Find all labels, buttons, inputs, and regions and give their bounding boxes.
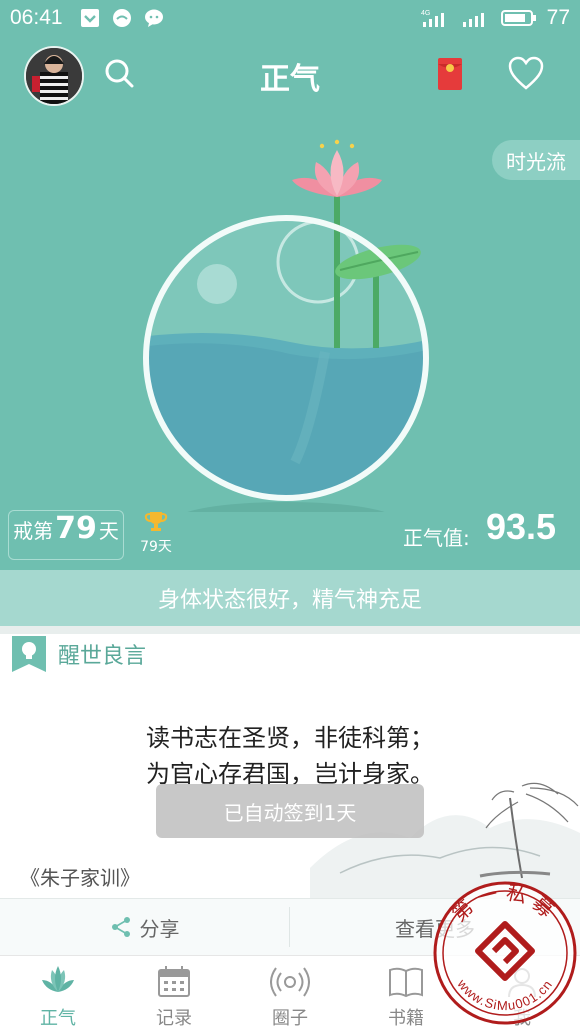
- share-button[interactable]: 分享: [0, 899, 289, 955]
- page-title: 正气: [260, 62, 320, 97]
- trophy-icon: [144, 512, 168, 531]
- status-time: 06:41: [10, 6, 63, 29]
- battery-level: 77: [546, 6, 570, 29]
- tab-label: 记录: [156, 1008, 192, 1029]
- tab-circle[interactable]: 圈子: [250, 962, 330, 1030]
- book-icon: [389, 967, 423, 998]
- tab-label: 正气: [40, 1008, 76, 1029]
- quote-section-header: 醒世良言: [12, 636, 146, 672]
- hero-panel: 时光流 戒第 79 天 79天 正气值: 93.5: [0, 112, 580, 570]
- notification-icon: [81, 9, 99, 27]
- signal-4g-icon: 4G: [421, 10, 444, 27]
- watermark-seal: 第一私募 www.SiMu001.cn: [433, 880, 577, 1025]
- streak-days: 79: [55, 511, 97, 546]
- battery-icon: [500, 10, 536, 26]
- quote-card: 醒世良言 读书志在圣贤，非徒科第； 为官心存君国，岂计身家。 已自动签到1天 《…: [0, 634, 580, 898]
- calendar-icon: [158, 966, 190, 997]
- red-packet-icon[interactable]: [430, 54, 470, 94]
- section-divider: [0, 626, 580, 634]
- score-label: 正气值:: [403, 526, 470, 550]
- timeflow-button[interactable]: 时光流: [492, 140, 580, 180]
- body-state-bar: 身体状态很好，精气神充足: [0, 570, 580, 626]
- trophy-days: 79天: [140, 539, 172, 555]
- tab-label: 圈子: [272, 1008, 308, 1029]
- app-notification-icon: [113, 9, 131, 27]
- score-value: 93.5: [486, 506, 557, 547]
- quote-line-1: 读书志在圣贤，非徒科第；: [146, 724, 434, 752]
- share-icon: [111, 917, 130, 937]
- auto-signin-toast: 已自动签到1天: [156, 784, 424, 838]
- quote-source: 《朱子家训》: [20, 866, 140, 890]
- status-bar: 06:41 4G 77: [0, 0, 580, 36]
- quote-section-title: 醒世良言: [58, 644, 147, 669]
- lotus-bowl-illustration[interactable]: [120, 132, 460, 512]
- broadcast-icon: [270, 967, 310, 997]
- quote-text: 读书志在圣贤，非徒科第； 为官心存君国，岂计身家。: [0, 720, 580, 792]
- share-label: 分享: [139, 916, 180, 941]
- signal-icon: [462, 13, 484, 27]
- streak-suffix: 天: [98, 519, 119, 543]
- lightbulb-bookmark-icon: [12, 636, 46, 672]
- trophy-record[interactable]: 79天: [136, 510, 176, 556]
- chat-notification-icon: [145, 9, 163, 27]
- tab-records[interactable]: 记录: [134, 962, 214, 1030]
- top-header: 正气: [0, 36, 580, 113]
- abstinence-days-box: 戒第 79 天: [8, 510, 124, 560]
- tab-zhengqi[interactable]: 正气: [18, 962, 98, 1030]
- streak-prefix: 戒第: [13, 519, 54, 543]
- svg-text:4G: 4G: [421, 10, 430, 17]
- tab-label: 书籍: [388, 1008, 424, 1029]
- lotus-icon: [42, 966, 74, 992]
- favorite-heart-icon[interactable]: [506, 54, 546, 94]
